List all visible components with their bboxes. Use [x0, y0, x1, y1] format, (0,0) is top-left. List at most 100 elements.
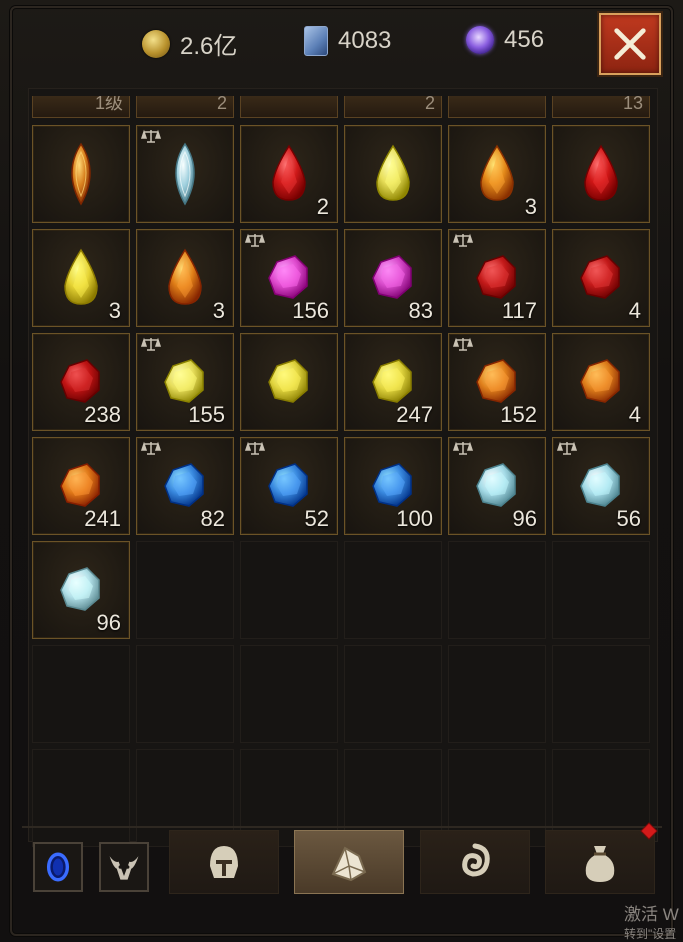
inventory-slot-rough-diamond[interactable]: 96 [448, 437, 546, 535]
close-button[interactable] [599, 13, 661, 75]
tab-swirl[interactable] [420, 830, 530, 894]
inventory-slot-rough-topaz[interactable]: 155 [136, 333, 234, 431]
strip-cell: 2 [136, 96, 234, 118]
inventory-slot-marquise-diamond[interactable] [136, 125, 234, 223]
strip-cell [448, 96, 546, 118]
orb-icon [466, 26, 494, 54]
inventory-slot-empty[interactable] [32, 749, 130, 847]
inventory-slot-rough-sapphire[interactable]: 52 [240, 437, 338, 535]
tradable-scale-icon [244, 233, 266, 247]
inventory-slot-empty[interactable] [32, 645, 130, 743]
strip-cell [240, 96, 338, 118]
inventory-slot-teardrop-ruby[interactable] [552, 125, 650, 223]
inventory-slot-empty[interactable] [552, 541, 650, 639]
inventory-slot-rough-amber[interactable]: 152 [448, 333, 546, 431]
stack-count: 4 [628, 298, 641, 323]
stack-count: 152 [500, 402, 537, 427]
inventory-slot-empty[interactable] [240, 541, 338, 639]
inventory-slot-teardrop-amber[interactable]: 3 [448, 125, 546, 223]
tradable-scale-icon [140, 337, 162, 351]
stack-count: 52 [304, 506, 329, 531]
ticket-currency: 4083 [304, 26, 391, 56]
tab-gems[interactable] [294, 830, 404, 894]
inventory-slot-rough-ruby[interactable]: 4 [552, 229, 650, 327]
inventory-slot-teardrop-amber[interactable]: 3 [136, 229, 234, 327]
inventory-slot-rough-sapphire[interactable]: 82 [136, 437, 234, 535]
teardrop-amber-gem-icon [480, 144, 514, 201]
rough-amber-gem-icon [580, 359, 620, 403]
portal-button[interactable] [33, 842, 83, 892]
ticket-icon [304, 26, 328, 56]
tradable-scale-icon [452, 441, 474, 455]
partial-row-strip: 1级 2 2 13 [32, 96, 652, 118]
stack-count: 156 [292, 298, 329, 323]
activation-watermark: 激活 W [624, 905, 679, 924]
portal-icon [46, 852, 70, 882]
inventory-slot-rough-amethyst[interactable]: 156 [240, 229, 338, 327]
stack-count: 241 [84, 506, 121, 531]
inventory-slot-rough-amber[interactable]: 241 [32, 437, 130, 535]
inventory-slot-teardrop-ruby[interactable]: 2 [240, 125, 338, 223]
inventory-slot-rough-diamond[interactable]: 96 [32, 541, 130, 639]
gold-amount: 2.6亿 [180, 33, 238, 60]
orb-amount: 456 [504, 26, 545, 53]
inventory-slot-empty[interactable] [344, 541, 442, 639]
tradable-scale-icon [556, 441, 578, 455]
stack-count: 247 [396, 402, 433, 427]
stack-count: 3 [212, 298, 225, 323]
activation-watermark-sub: 转到"设置 [624, 927, 677, 941]
stack-count: 2 [316, 194, 329, 219]
gem-image [345, 126, 441, 222]
stack-count: 82 [200, 506, 225, 531]
inventory-slot-empty[interactable] [448, 541, 546, 639]
gem-image [33, 126, 129, 222]
stack-count: 238 [84, 402, 121, 427]
teardrop-ruby-gem-icon [584, 144, 618, 201]
strip-cell: 13 [552, 96, 650, 118]
tab-helmet[interactable] [169, 830, 279, 894]
bottom-divider [22, 826, 662, 828]
inventory-slot-marquise-amber[interactable] [32, 125, 130, 223]
orb-currency: 456 [466, 26, 544, 54]
inventory-slot-empty[interactable] [240, 645, 338, 743]
close-icon [614, 28, 646, 60]
inventory-slot-empty[interactable] [136, 541, 234, 639]
gem-image [241, 334, 337, 430]
inventory-slot-teardrop-topaz[interactable]: 3 [32, 229, 130, 327]
inventory-slot-teardrop-topaz[interactable] [344, 125, 442, 223]
inventory-slot-empty[interactable] [448, 645, 546, 743]
gold-currency: 2.6亿 [142, 26, 237, 61]
tab-sack[interactable] [545, 830, 655, 894]
marquise-diamond-gem-icon [175, 142, 195, 206]
swirl-icon [462, 843, 490, 877]
demon-button[interactable] [99, 842, 149, 892]
demon-head-icon [109, 856, 139, 880]
stack-count: 3 [524, 194, 537, 219]
gem-bag-icon [331, 846, 367, 882]
inventory-slot-empty[interactable] [552, 645, 650, 743]
marquise-amber-gem-icon [71, 142, 91, 206]
stack-count: 56 [616, 506, 641, 531]
inventory-slot-rough-amethyst[interactable]: 83 [344, 229, 442, 327]
teardrop-ruby-gem-icon [272, 144, 306, 201]
inventory-slot-rough-topaz[interactable] [240, 333, 338, 431]
inventory-slot-rough-ruby[interactable]: 117 [448, 229, 546, 327]
notification-badge-icon [640, 822, 658, 840]
gem-image [553, 126, 649, 222]
strip-cell: 1级 [32, 96, 130, 118]
inventory-slot-rough-topaz[interactable]: 247 [344, 333, 442, 431]
inventory-slot-rough-diamond[interactable]: 56 [552, 437, 650, 535]
rough-topaz-gem-icon [268, 359, 308, 403]
tradable-scale-icon [452, 233, 474, 247]
gold-coin-icon [142, 29, 170, 58]
inventory-slot-empty[interactable] [136, 645, 234, 743]
inventory-slot-empty[interactable] [344, 645, 442, 743]
stack-count: 100 [396, 506, 433, 531]
teardrop-amber-gem-icon [168, 248, 202, 305]
inventory-slot-rough-sapphire[interactable]: 100 [344, 437, 442, 535]
inventory-slot-rough-ruby[interactable]: 238 [32, 333, 130, 431]
stack-count: 117 [501, 298, 537, 323]
stack-count: 96 [512, 506, 537, 531]
tradable-scale-icon [452, 337, 474, 351]
inventory-slot-rough-amber[interactable]: 4 [552, 333, 650, 431]
